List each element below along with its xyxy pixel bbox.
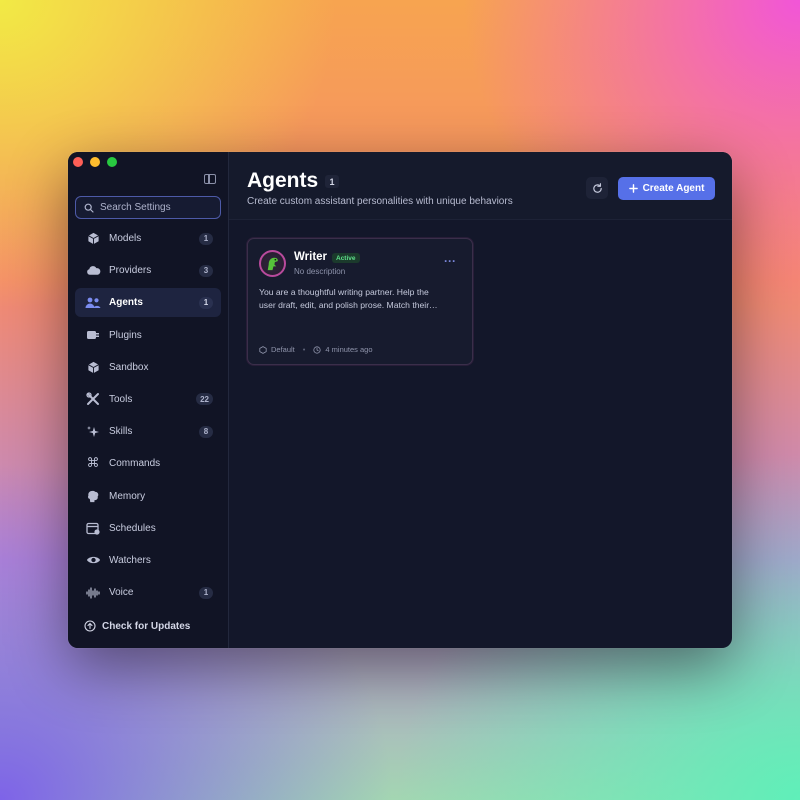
plus-icon bbox=[628, 184, 638, 193]
sidebar-item-label: Commands bbox=[109, 458, 161, 470]
sidebar-item-voice[interactable]: Voice 1 bbox=[75, 578, 221, 607]
agent-prompt-preview: You are a thoughtful writing partner. He… bbox=[259, 286, 465, 311]
box-icon bbox=[85, 359, 101, 375]
agent-name: Writer bbox=[294, 251, 328, 263]
cube-icon bbox=[85, 231, 101, 247]
sidebar-item-label: Models bbox=[109, 233, 142, 244]
agent-count-badge: 1 bbox=[325, 175, 339, 188]
separator-dot: • bbox=[302, 345, 306, 354]
app-window: Models 1 Providers 3 Agents 1 bbox=[68, 152, 732, 648]
sidebar-item-sandbox[interactable]: Sandbox bbox=[75, 353, 221, 382]
clock-icon bbox=[313, 345, 322, 354]
page-header: Agents 1 Create custom assistant persona… bbox=[229, 152, 732, 220]
prompt-line: user draft, edit, and polish prose. Matc… bbox=[259, 299, 438, 310]
count-badge: 22 bbox=[196, 393, 213, 406]
page-title: Agents bbox=[247, 169, 319, 192]
more-options-button[interactable]: ··· bbox=[444, 254, 456, 268]
search-icon bbox=[84, 203, 94, 213]
close-window-button[interactable] bbox=[73, 157, 83, 167]
refresh-icon bbox=[592, 182, 602, 193]
agent-updated-time: 4 minutes ago bbox=[325, 345, 373, 354]
sidebar-item-label: Tools bbox=[109, 393, 133, 405]
sidebar-item-schedules[interactable]: Schedules bbox=[75, 514, 221, 543]
check-updates-button[interactable]: Check for Updates bbox=[84, 620, 190, 632]
sidebar-toggle-icon[interactable] bbox=[204, 174, 216, 184]
search-input[interactable] bbox=[100, 202, 210, 213]
sidebar-item-memory[interactable]: Memory bbox=[75, 482, 221, 511]
arrow-up-circle-icon bbox=[84, 620, 96, 632]
sidebar-item-providers[interactable]: Providers 3 bbox=[75, 256, 221, 285]
cloud-icon bbox=[85, 263, 101, 279]
agent-model: Default bbox=[271, 345, 295, 354]
sidebar-item-label: Watchers bbox=[109, 554, 151, 566]
tools-icon bbox=[85, 391, 101, 407]
sidebar-item-label: Schedules bbox=[109, 522, 156, 534]
sidebar-item-commands[interactable]: ⌘ Commands bbox=[75, 449, 221, 478]
sidebar-item-agents[interactable]: Agents 1 bbox=[75, 288, 221, 318]
check-updates-label: Check for Updates bbox=[102, 620, 191, 632]
command-icon: ⌘ bbox=[86, 456, 100, 472]
sidebar-item-label: Skills bbox=[109, 426, 133, 438]
count-badge: 3 bbox=[199, 264, 213, 277]
agent-avatar bbox=[259, 250, 286, 277]
status-badge: Active bbox=[332, 253, 360, 263]
users-icon bbox=[85, 295, 101, 311]
window-controls bbox=[73, 157, 117, 167]
sidebar: Models 1 Providers 3 Agents 1 bbox=[68, 152, 229, 648]
agent-description: No description bbox=[294, 267, 346, 276]
zoom-window-button[interactable] bbox=[107, 157, 117, 167]
agent-meta: Default • 4 minutes ago bbox=[259, 345, 373, 354]
sidebar-nav: Models 1 Providers 3 Agents 1 Plugins Sa… bbox=[75, 224, 221, 610]
sidebar-item-label: Voice bbox=[109, 587, 134, 599]
model-chip-icon bbox=[259, 345, 267, 354]
sidebar-item-plugins[interactable]: Plugins bbox=[75, 321, 221, 350]
sidebar-item-label: Memory bbox=[109, 490, 146, 502]
sidebar-item-skills[interactable]: Skills 8 bbox=[75, 417, 221, 446]
agent-card[interactable]: Writer Active No description ··· You are… bbox=[247, 238, 473, 365]
create-agent-label: Create Agent bbox=[642, 183, 705, 194]
plugin-icon bbox=[85, 327, 101, 343]
minimize-window-button[interactable] bbox=[90, 157, 100, 167]
calendar-icon bbox=[85, 520, 101, 536]
sidebar-item-models[interactable]: Models 1 bbox=[75, 224, 221, 253]
count-badge: 1 bbox=[199, 296, 213, 309]
eye-icon bbox=[85, 552, 101, 568]
page-subtitle: Create custom assistant personalities wi… bbox=[247, 196, 513, 207]
search-field[interactable] bbox=[75, 196, 221, 219]
sidebar-item-label: Plugins bbox=[109, 329, 142, 341]
sidebar-item-label: Sandbox bbox=[109, 361, 149, 373]
refresh-button[interactable] bbox=[586, 177, 608, 199]
sidebar-item-tools[interactable]: Tools 22 bbox=[75, 385, 221, 414]
dinosaur-icon bbox=[263, 254, 282, 273]
sparkle-icon bbox=[85, 424, 101, 440]
prompt-line: You are a thoughtful writing partner. He… bbox=[259, 287, 429, 297]
create-agent-button[interactable]: Create Agent bbox=[618, 177, 715, 200]
sidebar-item-label: Providers bbox=[109, 265, 152, 277]
waveform-icon bbox=[85, 585, 101, 601]
brain-icon bbox=[85, 488, 101, 504]
count-badge: 1 bbox=[199, 232, 213, 245]
count-badge: 8 bbox=[199, 425, 213, 438]
sidebar-item-label: Agents bbox=[109, 297, 143, 309]
count-badge: 1 bbox=[199, 586, 213, 599]
sidebar-item-watchers[interactable]: Watchers bbox=[75, 546, 221, 575]
main-content: Agents 1 Create custom assistant persona… bbox=[229, 152, 732, 648]
